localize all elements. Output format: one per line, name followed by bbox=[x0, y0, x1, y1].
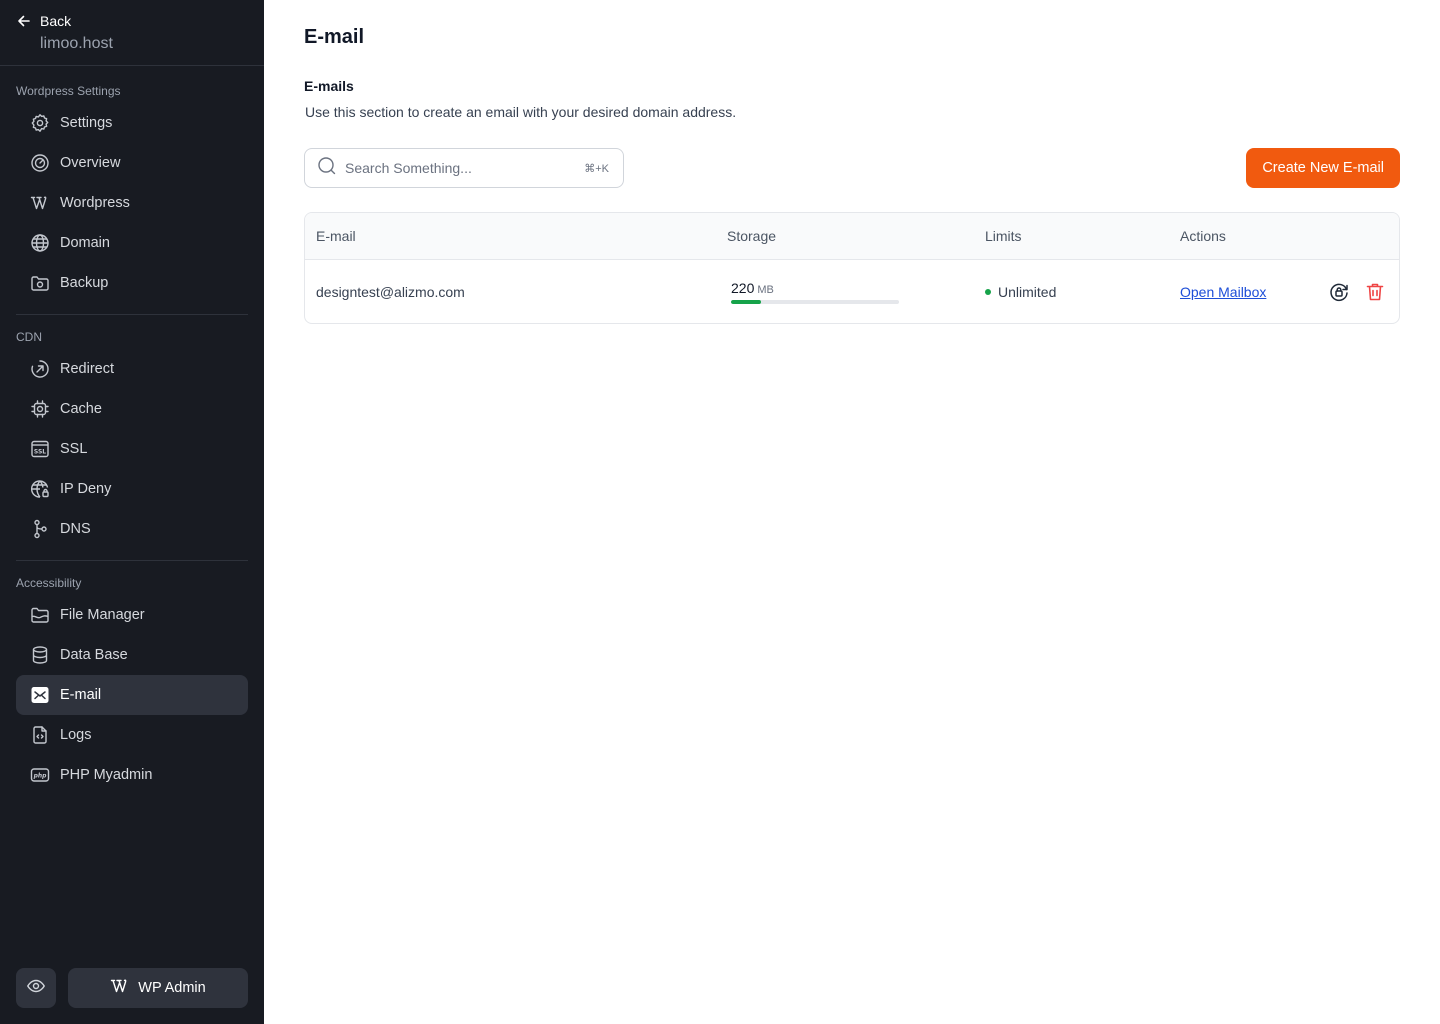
table-row: designtest@alizmo.com 220 MB Unlimited Op… bbox=[305, 260, 1399, 323]
sidebar-item-cache[interactable]: Cache bbox=[16, 389, 248, 429]
email-address: designtest@alizmo.com bbox=[316, 283, 465, 300]
wordpress-icon bbox=[110, 976, 130, 1000]
search-shortcut: ⌘+K bbox=[584, 162, 609, 175]
sidebar-item-data-base[interactable]: Data Base bbox=[16, 635, 248, 675]
sidebar-item-label: SSL bbox=[60, 441, 88, 457]
database-icon bbox=[30, 645, 50, 665]
globe-icon bbox=[30, 233, 50, 253]
sidebar-item-label: E-mail bbox=[60, 687, 102, 703]
svg-text:SSL: SSL bbox=[34, 449, 46, 456]
sidebar-item-label: Overview bbox=[60, 155, 121, 171]
redirect-icon bbox=[30, 359, 50, 379]
page-title: E-mail bbox=[304, 26, 365, 48]
sidebar-item-label: Redirect bbox=[60, 361, 114, 377]
column-header-limits: Limits bbox=[985, 228, 1022, 244]
section-title: Wordpress Settings bbox=[16, 84, 121, 98]
sidebar-item-email[interactable]: E-mail bbox=[16, 675, 248, 715]
section-wordpress-settings: Wordpress Settings Settings Overview Wor… bbox=[0, 81, 264, 303]
create-new-email-button[interactable]: Create New E-mail bbox=[1246, 148, 1400, 188]
delete-icon[interactable] bbox=[1364, 281, 1386, 303]
sidebar-item-label: Backup bbox=[60, 275, 109, 291]
sidebar-item-logs[interactable]: Logs bbox=[16, 715, 248, 755]
sidebar-footer: WP Admin bbox=[16, 968, 248, 1008]
eye-icon bbox=[26, 976, 46, 1001]
gauge-icon bbox=[30, 153, 50, 173]
column-header-actions: Actions bbox=[1180, 228, 1226, 244]
sidebar-divider bbox=[16, 314, 248, 315]
svg-text:php: php bbox=[33, 772, 48, 779]
emails-table: E-mail Storage Limits Actions designtest… bbox=[304, 212, 1400, 324]
sidebar-divider bbox=[16, 560, 248, 561]
sidebar-item-backup[interactable]: Backup bbox=[16, 263, 248, 303]
search-box[interactable]: ⌘+K bbox=[304, 148, 624, 188]
sidebar: Back limoo.host Wordpress Settings Setti… bbox=[0, 0, 264, 1024]
section-title: Accessibility bbox=[16, 576, 82, 590]
sidebar-item-domain[interactable]: Domain bbox=[16, 223, 248, 263]
sidebar-item-label: Wordpress bbox=[60, 195, 130, 211]
sidebar-item-label: Settings bbox=[60, 115, 113, 131]
section-cdn: CDN Redirect Cache SSL SSL IP Deny DNS bbox=[0, 327, 264, 549]
sidebar-item-label: Logs bbox=[60, 727, 92, 743]
storage-value: 220 bbox=[731, 279, 755, 296]
section-heading: E-mails bbox=[304, 78, 354, 94]
mail-icon bbox=[30, 685, 50, 705]
host-name: limoo.host bbox=[40, 35, 113, 52]
column-header-email: E-mail bbox=[316, 228, 356, 244]
table-header: E-mail Storage Limits Actions bbox=[305, 213, 1399, 260]
storage-unit: MB bbox=[757, 283, 774, 296]
main-content: E-mail E-mails Use this section to creat… bbox=[264, 0, 1440, 1024]
column-header-storage: Storage bbox=[727, 228, 777, 244]
sidebar-item-label: File Manager bbox=[60, 607, 145, 623]
wordpress-icon bbox=[30, 193, 50, 213]
sidebar-item-file-manager[interactable]: File Manager bbox=[16, 595, 248, 635]
wp-admin-button[interactable]: WP Admin bbox=[68, 968, 248, 1008]
row-action-icons bbox=[1328, 260, 1386, 323]
sidebar-item-overview[interactable]: Overview bbox=[16, 143, 248, 183]
php-icon: php bbox=[30, 765, 50, 785]
storage-cell: 220 MB bbox=[727, 260, 899, 323]
limits-cell: Unlimited bbox=[985, 260, 1056, 323]
section-accessibility: Accessibility File Manager Data Base E-m… bbox=[0, 573, 264, 795]
sidebar-header: Back limoo.host bbox=[0, 0, 264, 66]
sidebar-item-wordpress[interactable]: Wordpress bbox=[16, 183, 248, 223]
status-dot bbox=[985, 288, 991, 295]
sidebar-item-label: IP Deny bbox=[60, 481, 112, 497]
folder-icon bbox=[30, 605, 50, 625]
backup-folder-icon bbox=[30, 273, 50, 293]
section-description: Use this section to create an email with… bbox=[305, 104, 737, 120]
wp-admin-label: WP Admin bbox=[138, 980, 206, 996]
sidebar-item-label: Data Base bbox=[60, 647, 128, 663]
gear-icon bbox=[30, 113, 50, 133]
sidebar-item-ssl[interactable]: SSL SSL bbox=[16, 429, 248, 469]
sidebar-item-ip-deny[interactable]: IP Deny bbox=[16, 469, 248, 509]
dns-nodes-icon bbox=[30, 519, 50, 539]
section-title: CDN bbox=[16, 330, 42, 344]
sidebar-item-php-myadmin[interactable]: php PHP Myadmin bbox=[16, 755, 248, 795]
globe-lock-icon bbox=[30, 479, 50, 499]
chip-icon bbox=[30, 399, 50, 419]
sidebar-item-label: Domain bbox=[60, 235, 110, 251]
ssl-icon: SSL bbox=[30, 439, 50, 459]
storage-progress-bar bbox=[731, 299, 899, 304]
sidebar-item-dns[interactable]: DNS bbox=[16, 509, 248, 549]
sidebar-item-label: DNS bbox=[60, 521, 91, 537]
open-mailbox-link[interactable]: Open Mailbox bbox=[1180, 284, 1266, 300]
sidebar-item-label: Cache bbox=[60, 401, 102, 417]
preview-button[interactable] bbox=[16, 968, 56, 1008]
search-icon bbox=[317, 156, 337, 181]
back-button[interactable]: Back bbox=[16, 12, 248, 30]
limit-value: Unlimited bbox=[998, 283, 1057, 300]
actions-cell: Open Mailbox bbox=[1180, 260, 1266, 323]
sidebar-item-redirect[interactable]: Redirect bbox=[16, 349, 248, 389]
reset-password-icon[interactable] bbox=[1328, 281, 1350, 303]
sidebar-item-settings[interactable]: Settings bbox=[16, 103, 248, 143]
arrow-left-icon bbox=[16, 13, 32, 29]
search-input[interactable] bbox=[345, 160, 577, 176]
code-file-icon bbox=[30, 725, 50, 745]
sidebar-item-label: PHP Myadmin bbox=[60, 767, 153, 783]
back-label: Back bbox=[40, 13, 72, 29]
storage-progress-fill bbox=[731, 299, 762, 304]
